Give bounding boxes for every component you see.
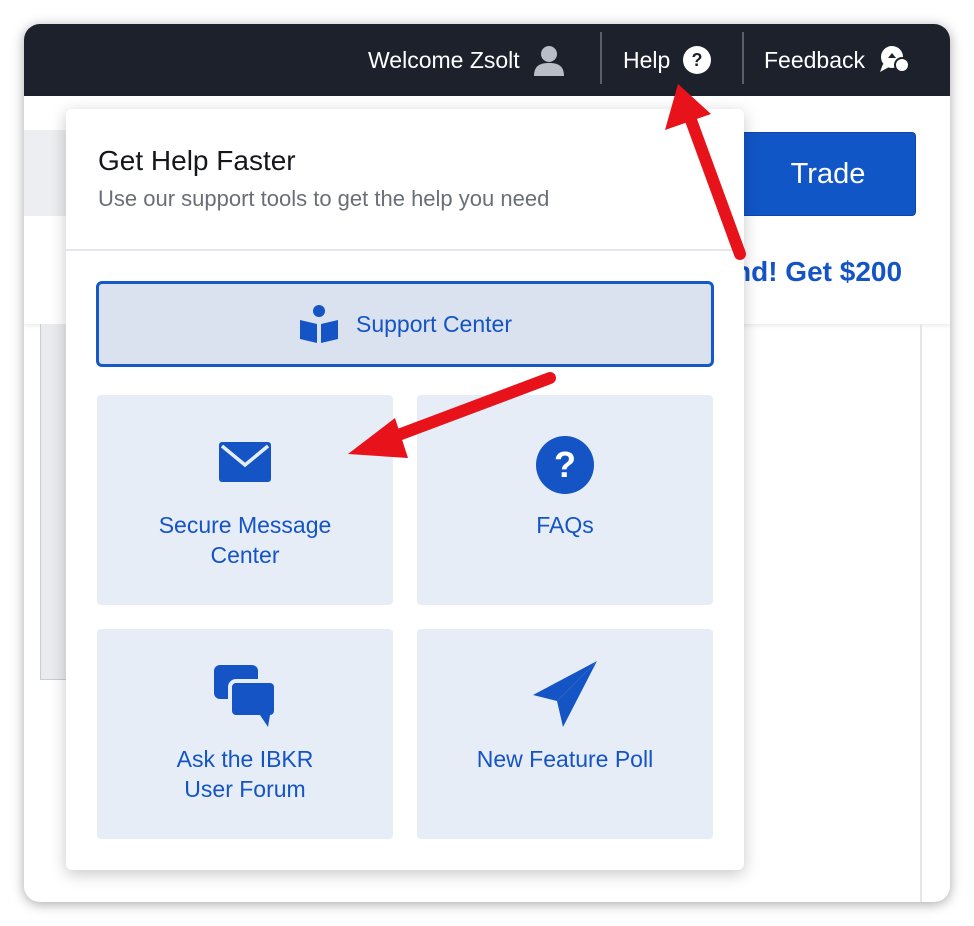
help-menu-button[interactable]: Help ? (623, 24, 712, 96)
help-menu-title: Get Help Faster (98, 145, 296, 176)
top-navigation-bar: Welcome Zsolt Help ? Feedback (24, 24, 950, 96)
tile-label-line2: Center (210, 542, 280, 568)
welcome-user-menu[interactable]: Welcome Zsolt (368, 24, 566, 96)
trade-button[interactable]: Trade (740, 132, 916, 216)
referral-promo-link[interactable]: nd! Get $200 (734, 256, 902, 288)
user-icon (532, 43, 566, 77)
help-menu-subtitle: Use our support tools to get the help yo… (98, 186, 550, 211)
help-dropdown-menu: Get Help Faster Use our support tools to… (66, 109, 744, 870)
new-feature-poll-tile[interactable]: New Feature Poll (417, 629, 713, 839)
tile-label-line1: Secure Message (158, 512, 332, 538)
paper-plane-icon (417, 659, 713, 729)
feedback-button[interactable]: Feedback (764, 24, 911, 96)
chat-bubbles-icon (97, 663, 393, 729)
feedback-label: Feedback (764, 46, 866, 73)
svg-text:?: ? (692, 50, 703, 70)
app-window: Welcome Zsolt Help ? Feedback Trade nd! … (24, 24, 950, 902)
tile-label-line1: New Feature Poll (476, 746, 654, 772)
background-divider (920, 324, 922, 902)
ibkr-user-forum-tile[interactable]: Ask the IBKR User Forum (97, 629, 393, 839)
help-label: Help (623, 46, 671, 73)
question-circle-icon: ? (682, 45, 712, 75)
nav-divider (600, 32, 602, 84)
question-circle-icon: ? (417, 435, 713, 495)
envelope-icon (97, 441, 393, 483)
tile-label-line1: Ask the IBKR (176, 746, 314, 772)
tile-label-line1: FAQs (536, 512, 594, 538)
help-menu-header: Get Help Faster Use our support tools to… (66, 109, 744, 251)
faqs-tile[interactable]: ? FAQs (417, 395, 713, 605)
welcome-label: Welcome Zsolt (368, 46, 520, 73)
book-reader-icon (298, 304, 340, 344)
nav-divider (742, 32, 744, 84)
support-center-button[interactable]: Support Center (96, 281, 714, 367)
svg-text:?: ? (554, 444, 576, 485)
tile-label-line2: User Forum (184, 776, 306, 802)
support-center-label: Support Center (356, 310, 512, 337)
secure-message-center-tile[interactable]: Secure Message Center (97, 395, 393, 605)
feedback-chat-icon (877, 44, 911, 76)
